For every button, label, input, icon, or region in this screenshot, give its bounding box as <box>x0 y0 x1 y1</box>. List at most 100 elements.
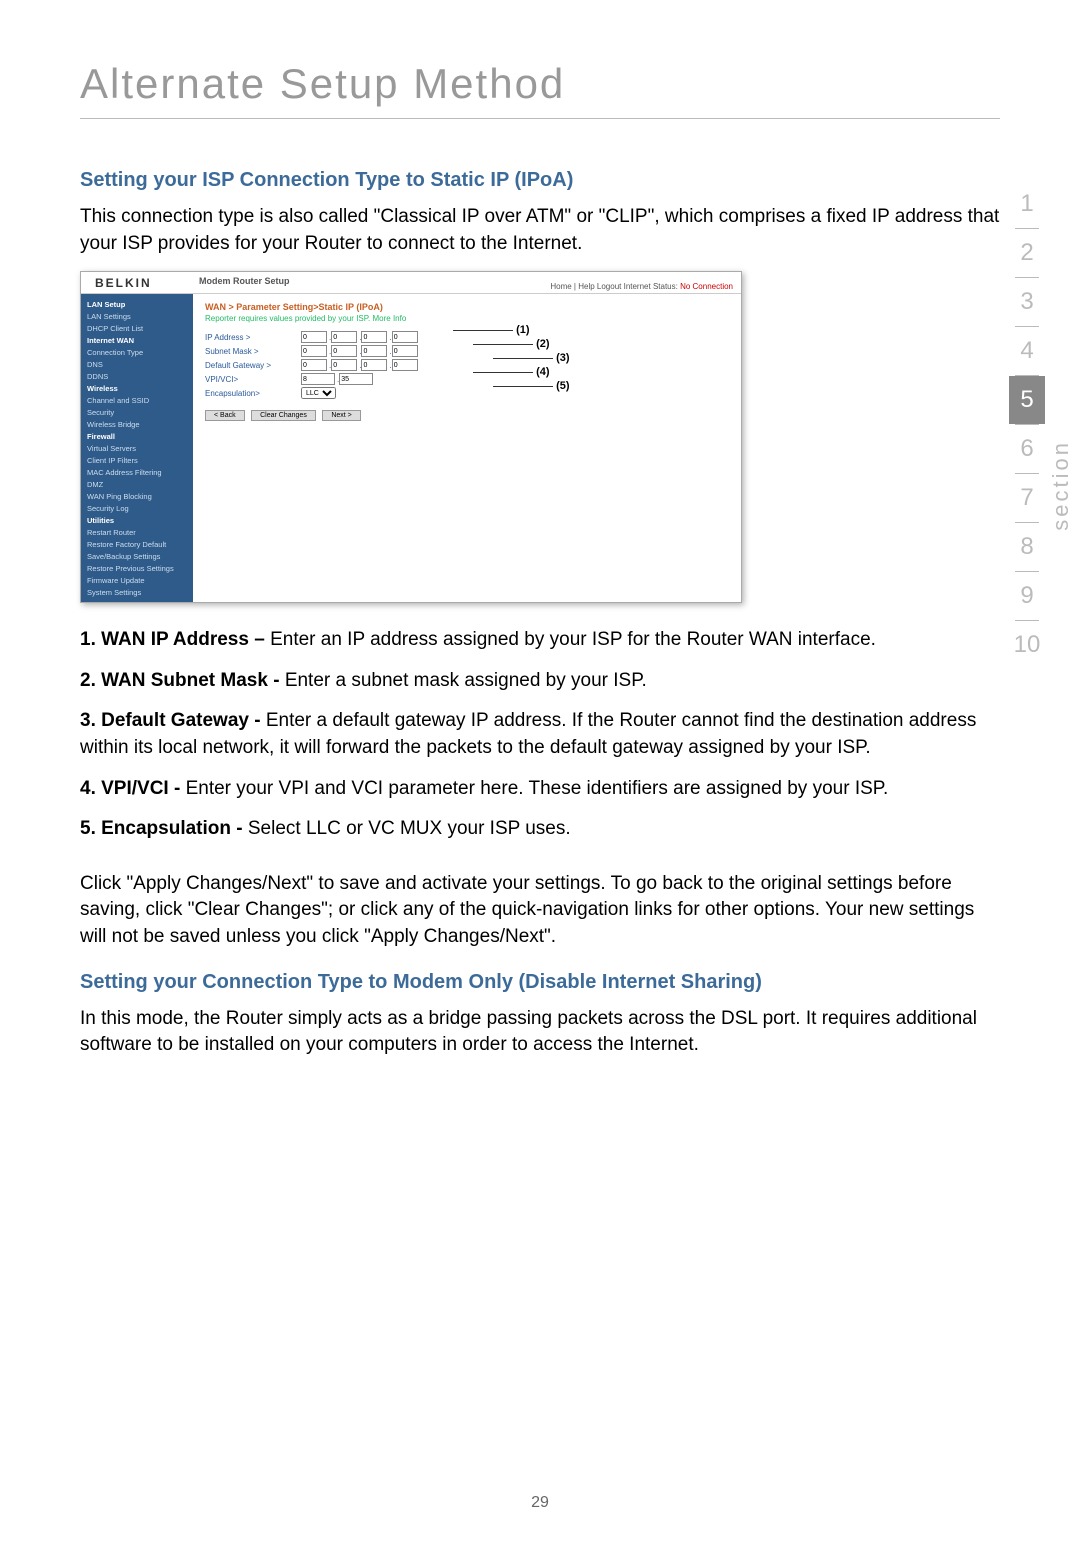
section2-text: In this mode, the Router simply acts as … <box>80 1006 1000 1059</box>
sidebar-item[interactable]: Channel and SSID <box>85 394 189 406</box>
router-sidebar: LAN SetupLAN SettingsDHCP Client ListInt… <box>81 294 193 602</box>
sidebar-item[interactable]: Restore Previous Settings <box>85 562 189 574</box>
callout-3: (3) <box>493 352 570 364</box>
sidebar-item[interactable]: MAC Address Filtering <box>85 466 189 478</box>
ip-octet-input[interactable] <box>301 345 327 357</box>
sidebar-item[interactable]: Client IP Filters <box>85 454 189 466</box>
ip-octet-input[interactable] <box>331 331 357 343</box>
back-button[interactable]: < Back <box>205 410 245 421</box>
sidebar-item[interactable]: System Settings <box>85 586 189 598</box>
router-header-links: Home | Help Logout Internet Status: No C… <box>550 282 733 291</box>
ip-octet-input[interactable] <box>361 331 387 343</box>
section-nav-item-7[interactable]: 7 <box>1009 474 1045 522</box>
sidebar-item[interactable]: LAN Settings <box>85 310 189 322</box>
sidebar-item[interactable]: Save/Backup Settings <box>85 550 189 562</box>
item-body: Select LLC or VC MUX your ISP uses. <box>248 818 571 839</box>
encap-row: Encapsulation> LLC <box>205 387 729 399</box>
next-button[interactable]: Next > <box>322 410 360 421</box>
router-buttons: < Back Clear Changes Next > <box>205 409 729 421</box>
explanation-item: 2. WAN Subnet Mask - Enter a subnet mask… <box>80 668 1000 695</box>
ip-octet-input[interactable] <box>361 345 387 357</box>
section-nav-item-6[interactable]: 6 <box>1009 425 1045 473</box>
section-heading-ipoa: Setting your ISP Connection Type to Stat… <box>80 169 1000 192</box>
router-breadcrumb: WAN > Parameter Setting>Static IP (IPoA) <box>205 302 729 312</box>
sidebar-item[interactable]: Security Log <box>85 502 189 514</box>
router-header-nav[interactable]: Home | Help Logout Internet Status: <box>550 282 677 291</box>
ip-octet-input[interactable] <box>331 359 357 371</box>
sidebar-category: Wireless <box>85 382 189 394</box>
item-bold: 3. Default Gateway - <box>80 710 266 731</box>
explanation-item: 5. Encapsulation - Select LLC or VC MUX … <box>80 816 1000 843</box>
section-label: section <box>1048 440 1074 531</box>
ip-octet-input[interactable] <box>361 359 387 371</box>
sidebar-category: Firewall <box>85 430 189 442</box>
sidebar-category: Internet WAN <box>85 334 189 346</box>
item-bold: 2. WAN Subnet Mask - <box>80 670 285 691</box>
vpi-label: VPI/VCI> <box>205 375 301 384</box>
callout-2: (2) <box>473 338 550 350</box>
sidebar-category: Utilities <box>85 514 189 526</box>
sidebar-item[interactable]: Virtual Servers <box>85 442 189 454</box>
sidebar-category: LAN Setup <box>85 298 189 310</box>
sidebar-item[interactable]: Wireless Bridge <box>85 418 189 430</box>
form-label: IP Address > <box>205 333 301 342</box>
page-title: Alternate Setup Method <box>80 60 1000 108</box>
callout-5: (5) <box>493 380 570 392</box>
router-screenshot: BELKIN Modem Router Setup Home | Help Lo… <box>80 271 742 603</box>
ip-octet-input[interactable] <box>331 345 357 357</box>
section-nav-item-8[interactable]: 8 <box>1009 523 1045 571</box>
encap-select[interactable]: LLC <box>301 387 336 399</box>
ip-octet-input[interactable] <box>301 331 327 343</box>
explanation-item: 4. VPI/VCI - Enter your VPI and VCI para… <box>80 776 1000 803</box>
intro-text: This connection type is also called "Cla… <box>80 204 1000 257</box>
clear-changes-button[interactable]: Clear Changes <box>251 410 316 421</box>
section-nav-item-4[interactable]: 4 <box>1009 327 1045 375</box>
explanation-item: 3. Default Gateway - Enter a default gat… <box>80 708 1000 761</box>
item-bold: 4. VPI/VCI - <box>80 778 186 799</box>
explanation-item: 1. WAN IP Address – Enter an IP address … <box>80 627 1000 654</box>
router-header-title: Modem Router Setup <box>199 276 290 286</box>
callout-4: (4) <box>473 366 550 378</box>
form-label: Subnet Mask > <box>205 347 301 356</box>
sidebar-item[interactable]: WAN Ping Blocking <box>85 490 189 502</box>
sidebar-item[interactable]: Connection Type <box>85 346 189 358</box>
apply-text: Click "Apply Changes/Next" to save and a… <box>80 871 1000 951</box>
form-row: Subnet Mask >... <box>205 345 729 357</box>
ip-octet-input[interactable] <box>392 345 418 357</box>
page-number: 29 <box>0 1494 1080 1512</box>
ip-octet-input[interactable] <box>392 359 418 371</box>
item-body: Enter an IP address assigned by your ISP… <box>270 629 876 650</box>
vpi-input[interactable] <box>301 373 335 385</box>
ip-octet-input[interactable] <box>301 359 327 371</box>
router-hint: Reporter requires values provided by you… <box>205 314 729 323</box>
section-nav-item-10[interactable]: 10 <box>1009 621 1045 669</box>
callout-1: (1) <box>453 324 530 336</box>
router-status: No Connection <box>680 282 733 291</box>
sidebar-item[interactable]: DNS <box>85 358 189 370</box>
vci-input[interactable] <box>339 373 373 385</box>
sidebar-item[interactable]: DHCP Client List <box>85 322 189 334</box>
sidebar-item[interactable]: Restart Router <box>85 526 189 538</box>
vpi-vci-row: VPI/VCI> . <box>205 373 729 385</box>
section-heading-modem-only: Setting your Connection Type to Modem On… <box>80 971 1000 994</box>
item-body: Enter your VPI and VCI parameter here. T… <box>186 778 889 799</box>
form-label: Default Gateway > <box>205 361 301 370</box>
section-nav-item-9[interactable]: 9 <box>1009 572 1045 620</box>
section-nav: 12345678910 <box>1009 180 1045 669</box>
item-bold: 1. WAN IP Address – <box>80 629 270 650</box>
section-nav-item-1[interactable]: 1 <box>1009 180 1045 228</box>
sidebar-item[interactable]: DMZ <box>85 478 189 490</box>
title-rule <box>80 118 1000 119</box>
router-content: WAN > Parameter Setting>Static IP (IPoA)… <box>193 294 741 602</box>
form-row: Default Gateway >... <box>205 359 729 371</box>
encap-label: Encapsulation> <box>205 389 301 398</box>
sidebar-item[interactable]: DDNS <box>85 370 189 382</box>
ip-octet-input[interactable] <box>392 331 418 343</box>
sidebar-item[interactable]: Restore Factory Default <box>85 538 189 550</box>
sidebar-item[interactable]: Security <box>85 406 189 418</box>
section-nav-item-3[interactable]: 3 <box>1009 278 1045 326</box>
section-nav-item-5[interactable]: 5 <box>1009 376 1045 424</box>
section-nav-item-2[interactable]: 2 <box>1009 229 1045 277</box>
sidebar-item[interactable]: Firmware Update <box>85 574 189 586</box>
router-logo: BELKIN <box>81 276 199 290</box>
